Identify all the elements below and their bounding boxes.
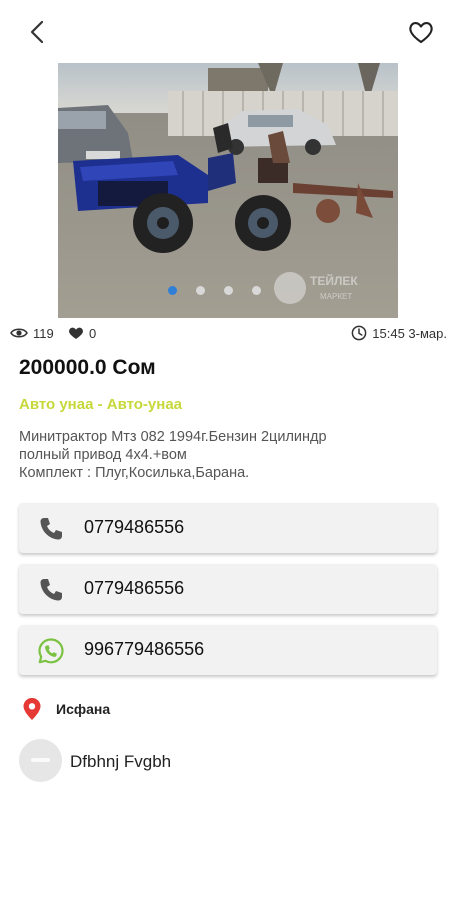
time-stat: 15:45 3-мар. — [351, 323, 447, 343]
arrow-left-icon — [30, 20, 44, 44]
phone-icon — [40, 579, 62, 601]
gallery-dot-2[interactable] — [196, 286, 205, 295]
gallery-pagination — [0, 283, 455, 297]
avatar-placeholder-icon — [31, 758, 50, 762]
listing-photo: ТЕЙЛЕК МАРКЕТ — [58, 63, 398, 318]
avatar[interactable] — [19, 739, 62, 782]
back-button[interactable] — [22, 16, 54, 48]
views-stat: 119 — [10, 323, 54, 343]
call-button-2[interactable]: 0779486556 — [19, 564, 437, 614]
likes-count: 0 — [89, 325, 97, 341]
listing-category[interactable]: Авто унаа - Авто-унаа — [19, 396, 182, 413]
heart-filled-icon — [69, 327, 83, 339]
photo-gallery[interactable]: ТЕЙЛЕК МАРКЕТ — [58, 63, 398, 318]
gallery-dot-4[interactable] — [252, 286, 261, 295]
top-bar — [0, 0, 455, 62]
clock-icon — [351, 325, 367, 341]
call-button-1[interactable]: 0779486556 — [19, 503, 437, 553]
heart-outline-icon — [409, 22, 433, 44]
favorite-button[interactable] — [405, 16, 437, 48]
seller-name: Dfbhnj Fvgbh — [70, 752, 172, 771]
location-row[interactable]: Исфана — [22, 697, 110, 721]
phone-number: 0779486556 — [84, 517, 185, 537]
phone-icon — [40, 518, 62, 540]
phone-number: 0779486556 — [84, 578, 185, 598]
whatsapp-number: 996779486556 — [84, 639, 205, 659]
views-count: 119 — [33, 325, 54, 341]
location-label: Исфана — [56, 701, 111, 717]
likes-stat: 0 — [68, 323, 96, 343]
listing-description: Минитрактор Мтз 082 1994г.Бензин 2цилинд… — [19, 429, 327, 481]
listing-price: 200000.0 Сом — [19, 356, 156, 379]
eye-icon — [10, 328, 28, 338]
gallery-dot-3[interactable] — [224, 286, 233, 295]
map-pin-icon — [23, 698, 41, 720]
gallery-dot-1[interactable] — [168, 286, 177, 295]
whatsapp-button[interactable]: 996779486556 — [19, 625, 437, 675]
whatsapp-icon — [38, 638, 64, 664]
stats-row: 119 0 15:45 3-мар. — [10, 323, 447, 343]
posted-time: 15:45 3-мар. — [372, 325, 447, 341]
